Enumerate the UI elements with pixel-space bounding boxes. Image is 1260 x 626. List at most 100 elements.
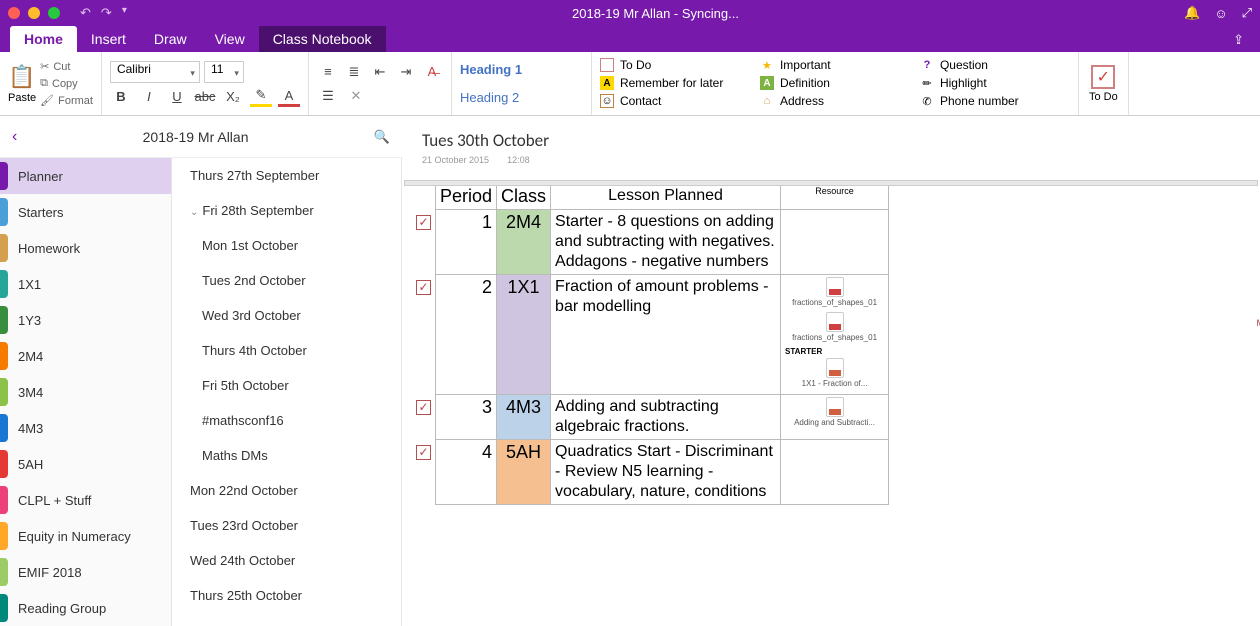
page-item[interactable]: Fri 5th October <box>172 368 401 403</box>
maximize-window-button[interactable] <box>48 7 60 19</box>
page-item[interactable]: Mon 1st October <box>172 228 401 263</box>
class-cell[interactable]: 4M3 <box>497 395 551 440</box>
smiley-icon[interactable]: ☺ <box>1214 6 1227 21</box>
tag-question[interactable]: ?Question <box>920 56 1070 74</box>
bold-button[interactable]: B <box>110 87 132 107</box>
class-cell[interactable]: 1X1 <box>497 275 551 395</box>
copy-button[interactable]: ⧉Copy <box>40 75 93 92</box>
style-heading2[interactable]: Heading 2 <box>460 90 583 105</box>
indent-button[interactable]: ⇥ <box>395 62 417 82</box>
resource-cell[interactable] <box>781 440 889 505</box>
page-canvas[interactable]: Tues 30th October 21 October 2015 12:08 … <box>402 116 1260 626</box>
period-cell[interactable]: 3 <box>436 395 497 440</box>
page-title[interactable]: Tues 30th October <box>422 130 1240 151</box>
align-button[interactable]: ☰ <box>317 86 339 106</box>
font-family-select[interactable]: Calibri▾ <box>110 61 200 83</box>
todo-checkbox[interactable]: ✓ <box>416 400 431 415</box>
page-item[interactable]: Wed 3rd October <box>172 298 401 333</box>
numbering-button[interactable]: ≣ <box>343 62 365 82</box>
tag-address[interactable]: ⌂Address <box>760 92 910 110</box>
page-item[interactable]: Thurs 4th October <box>172 333 401 368</box>
section-item[interactable]: EMIF 2018 <box>0 554 171 590</box>
resource-file[interactable]: fractions_of_shapes_01 <box>785 277 884 308</box>
italic-button[interactable]: I <box>138 87 160 107</box>
page-item[interactable]: Thurs 25th October <box>172 578 401 613</box>
lesson-cell[interactable]: Starter - 8 questions on adding and subt… <box>551 210 781 275</box>
clear-format-button[interactable]: A̶ <box>421 62 443 82</box>
section-item[interactable]: 5AH <box>0 446 171 482</box>
bell-icon[interactable]: 🔔 <box>1184 5 1200 21</box>
highlight-button[interactable]: ✎ <box>250 87 272 107</box>
lesson-cell[interactable]: Adding and subtracting algebraic fractio… <box>551 395 781 440</box>
paste-button[interactable]: 📋 Paste <box>8 64 36 104</box>
styles-group[interactable]: Heading 1 Heading 2 <box>452 52 592 115</box>
table-row[interactable]: ✓45AHQuadratics Start - Discriminant - R… <box>412 440 889 505</box>
page-item[interactable]: Mon 22nd October <box>172 473 401 508</box>
section-item[interactable]: 1Y3 <box>0 302 171 338</box>
section-item[interactable]: 2M4 <box>0 338 171 374</box>
tab-insert[interactable]: Insert <box>77 26 140 52</box>
font-size-select[interactable]: 11▾ <box>204 61 244 83</box>
tag-remember[interactable]: ARemember for later <box>600 74 750 92</box>
resource-file[interactable]: Adding and Subtracti... <box>785 397 884 428</box>
underline-button[interactable]: U <box>166 87 188 107</box>
table-handle[interactable] <box>404 180 1258 186</box>
table-row[interactable]: ✓ 34M3Adding and subtracting algebraic fr… <box>412 395 889 440</box>
minimize-window-button[interactable] <box>28 7 40 19</box>
todo-checkbox[interactable]: ✓ <box>416 280 431 295</box>
page-item[interactable]: Maths DMs <box>172 438 401 473</box>
undo-button[interactable]: ↶ <box>80 5 91 21</box>
resource-file[interactable]: 1X1 - Fraction of... <box>785 358 884 389</box>
section-item[interactable]: Equity in Numeracy <box>0 518 171 554</box>
tab-class-notebook[interactable]: Class Notebook <box>259 26 386 52</box>
resource-cell[interactable] <box>781 210 889 275</box>
outdent-button[interactable]: ⇤ <box>369 62 391 82</box>
table-row[interactable]: ✓ 21X1Fraction of amount problems - bar m… <box>412 275 889 395</box>
todo-button[interactable]: ✓ To Do <box>1079 52 1129 115</box>
strike-button[interactable]: abc <box>194 87 216 107</box>
close-window-button[interactable] <box>8 7 20 19</box>
section-item[interactable]: CLPL + Stuff <box>0 482 171 518</box>
subscript-button[interactable]: X₂ <box>222 87 244 107</box>
tag-todo[interactable]: To Do <box>600 56 750 74</box>
tag-contact[interactable]: ☺Contact <box>600 92 750 110</box>
section-item[interactable]: Starters <box>0 194 171 230</box>
tab-view[interactable]: View <box>201 26 259 52</box>
section-item[interactable]: Planner <box>0 158 171 194</box>
class-cell[interactable]: 2M4 <box>497 210 551 275</box>
page-item[interactable]: #mathsconf16 <box>172 403 401 438</box>
search-button[interactable]: 🔍 <box>374 129 390 145</box>
share-icon[interactable]: ⇪ <box>1229 28 1248 52</box>
section-item[interactable]: Reading Group <box>0 590 171 626</box>
lesson-cell[interactable]: Fraction of amount problems - bar modell… <box>551 275 781 395</box>
tab-draw[interactable]: Draw <box>140 26 201 52</box>
back-button[interactable]: ‹ <box>12 128 17 146</box>
section-item[interactable]: Homework <box>0 230 171 266</box>
resource-cell[interactable]: fractions_of_shapes_01 fractions_of_shape… <box>781 275 889 395</box>
page-item[interactable]: Tues 23rd October <box>172 508 401 543</box>
section-item[interactable]: 1X1 <box>0 266 171 302</box>
todo-checkbox[interactable]: ✓ <box>416 445 431 460</box>
page-item[interactable]: ⌄Fri 28th September <box>172 193 401 228</box>
planner-table[interactable]: Period Class Lesson Planned Resource ✓12… <box>412 183 889 505</box>
font-color-button[interactable]: A <box>278 87 300 107</box>
notebook-title[interactable]: 2018-19 Mr Allan <box>143 129 249 145</box>
format-painter-button[interactable]: 🖌Format <box>40 92 93 109</box>
tab-home[interactable]: Home <box>10 26 77 52</box>
section-item[interactable]: 4M3 <box>0 410 171 446</box>
period-cell[interactable]: 4 <box>436 440 497 505</box>
redo-button[interactable]: ↷ <box>101 5 112 21</box>
tag-highlight[interactable]: ✏Highlight <box>920 74 1070 92</box>
fullscreen-icon[interactable]: ⤢ <box>1242 5 1252 21</box>
resource-file[interactable]: fractions_of_shapes_01 <box>785 312 884 343</box>
page-item[interactable]: Tues 2nd October <box>172 263 401 298</box>
period-cell[interactable]: 2 <box>436 275 497 395</box>
resource-cell[interactable]: Adding and Subtracti... <box>781 395 889 440</box>
lesson-cell[interactable]: Quadratics Start - Discriminant - Review… <box>551 440 781 505</box>
cut-button[interactable]: ✂Cut <box>40 58 93 75</box>
section-item[interactable]: 3M4 <box>0 374 171 410</box>
tag-phone[interactable]: ✆Phone number <box>920 92 1070 110</box>
todo-checkbox[interactable]: ✓ <box>416 215 431 230</box>
tag-definition[interactable]: ADefinition <box>760 74 910 92</box>
delete-button[interactable]: ✕ <box>345 86 367 106</box>
